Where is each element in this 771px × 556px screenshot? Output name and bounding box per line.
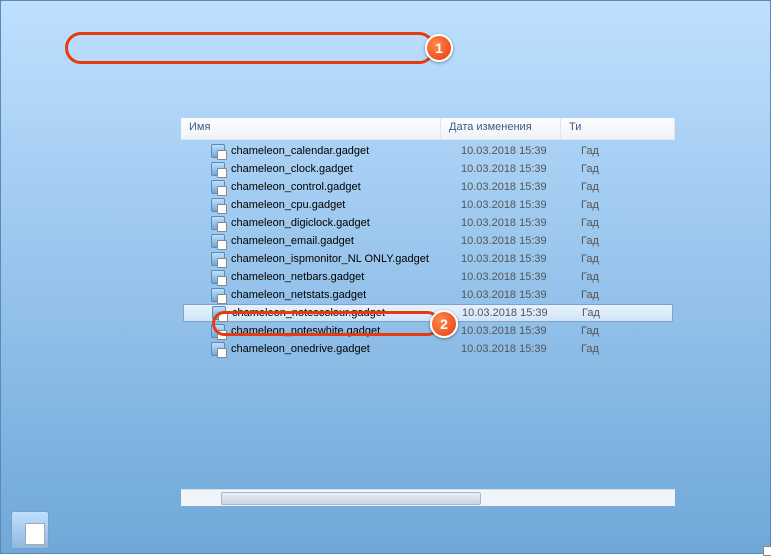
open-button[interactable]: Открыть ▼ xyxy=(113,91,208,113)
column-date[interactable]: Дата изменения xyxy=(441,118,561,139)
file-date: 10.03.2018 15:39 xyxy=(461,343,581,355)
file-type: Гад xyxy=(581,217,675,229)
file-type: Гад xyxy=(581,181,675,193)
file-date: 10.03.2018 15:39 xyxy=(461,199,581,211)
horizontal-scrollbar[interactable] xyxy=(181,489,675,506)
gadget-icon xyxy=(211,342,225,356)
gadget-icon xyxy=(211,162,225,176)
file-list: Имя Дата изменения Ти chameleon_calendar… xyxy=(181,118,675,506)
file-row[interactable]: chameleon_calendar.gadget10.03.2018 15:3… xyxy=(181,142,675,160)
file-row[interactable]: chameleon_control.gadget10.03.2018 15:39… xyxy=(181,178,675,196)
gadget-icon xyxy=(212,306,226,320)
callout-1: 1 xyxy=(425,34,453,62)
file-name: chameleon_netbars.gadget xyxy=(231,271,461,283)
gadget-icon xyxy=(123,94,139,110)
file-date: 10.03.2018 15:39 xyxy=(461,325,581,337)
list-headers: Имя Дата изменения Ти xyxy=(181,118,675,140)
file-type: Гад xyxy=(581,235,675,247)
file-type: Гад xyxy=(581,343,675,355)
file-row[interactable]: chameleon_netstats.gadget10.03.2018 15:3… xyxy=(181,286,675,304)
file-date: 10.03.2018 15:39 xyxy=(461,289,581,301)
gadget-icon xyxy=(211,252,225,266)
file-type: Гад xyxy=(581,145,675,157)
file-name: chameleon_digiclock.gadget xyxy=(231,217,461,229)
file-name: chameleon_control.gadget xyxy=(231,181,461,193)
file-name: chameleon_calendar.gadget xyxy=(231,145,461,157)
gadget-icon xyxy=(211,180,225,194)
file-name: chameleon_ispmonitor_NL ONLY.gadget xyxy=(231,253,461,265)
file-date: 10.03.2018 15:39 xyxy=(461,145,581,157)
file-row[interactable]: chameleon_noteswhite.gadget10.03.2018 15… xyxy=(181,322,675,340)
callout-2: 2 xyxy=(430,310,458,338)
file-name: chameleon_email.gadget xyxy=(231,235,461,247)
file-type: Гад xyxy=(581,253,675,265)
file-type: Гад xyxy=(581,163,675,175)
gadget-icon xyxy=(211,198,225,212)
file-type: Гад xyxy=(581,325,675,337)
file-type: Гад xyxy=(581,271,675,283)
gadget-icon xyxy=(211,144,225,158)
file-row[interactable]: chameleon_ispmonitor_NL ONLY.gadget10.03… xyxy=(181,250,675,268)
file-name: chameleon_clock.gadget xyxy=(231,163,461,175)
gadget-icon xyxy=(211,288,225,302)
file-thumbnail xyxy=(11,511,49,549)
column-name[interactable]: Имя xyxy=(181,118,441,139)
gadget-icon xyxy=(211,216,225,230)
scrollbar-thumb[interactable] xyxy=(221,492,481,505)
file-row[interactable]: chameleon_onedrive.gadget10.03.2018 15:3… xyxy=(181,340,675,358)
file-date: 10.03.2018 15:39 xyxy=(461,217,581,229)
file-date: 10.03.2018 15:39 xyxy=(461,271,581,283)
toolbar: Упорядочить ▼ Открыть ▼ Записать на опти… xyxy=(0,86,771,118)
file-date: 10.03.2018 15:39 xyxy=(462,307,582,319)
file-name: chameleon_notescolour.gadget xyxy=(232,307,462,319)
file-type: Гад xyxy=(581,199,675,211)
file-type: Гад xyxy=(581,289,675,301)
column-type[interactable]: Ти xyxy=(561,118,675,139)
file-row[interactable]: chameleon_digiclock.gadget10.03.2018 15:… xyxy=(181,214,675,232)
file-type: Гад xyxy=(582,307,672,319)
list-body[interactable]: chameleon_calendar.gadget10.03.2018 15:3… xyxy=(181,140,675,489)
gadget-icon xyxy=(211,324,225,338)
gadget-icon xyxy=(211,270,225,284)
file-name: chameleon_cpu.gadget xyxy=(231,199,461,211)
file-row[interactable]: chameleon_notescolour.gadget10.03.2018 1… xyxy=(183,304,673,322)
file-date: 10.03.2018 15:39 xyxy=(461,235,581,247)
file-row[interactable]: chameleon_netbars.gadget10.03.2018 15:39… xyxy=(181,268,675,286)
file-date: 10.03.2018 15:39 xyxy=(461,181,581,193)
file-row[interactable]: chameleon_clock.gadget10.03.2018 15:39Га… xyxy=(181,160,675,178)
file-row[interactable]: chameleon_email.gadget10.03.2018 15:39Га… xyxy=(181,232,675,250)
file-row[interactable]: chameleon_cpu.gadget10.03.2018 15:39Гад xyxy=(181,196,675,214)
file-name: chameleon_onedrive.gadget xyxy=(231,343,461,355)
file-date: 10.03.2018 15:39 xyxy=(461,253,581,265)
file-name: chameleon_netstats.gadget xyxy=(231,289,461,301)
gadget-icon xyxy=(211,234,225,248)
file-date: 10.03.2018 15:39 xyxy=(461,163,581,175)
file-name: chameleon_noteswhite.gadget xyxy=(231,325,461,337)
